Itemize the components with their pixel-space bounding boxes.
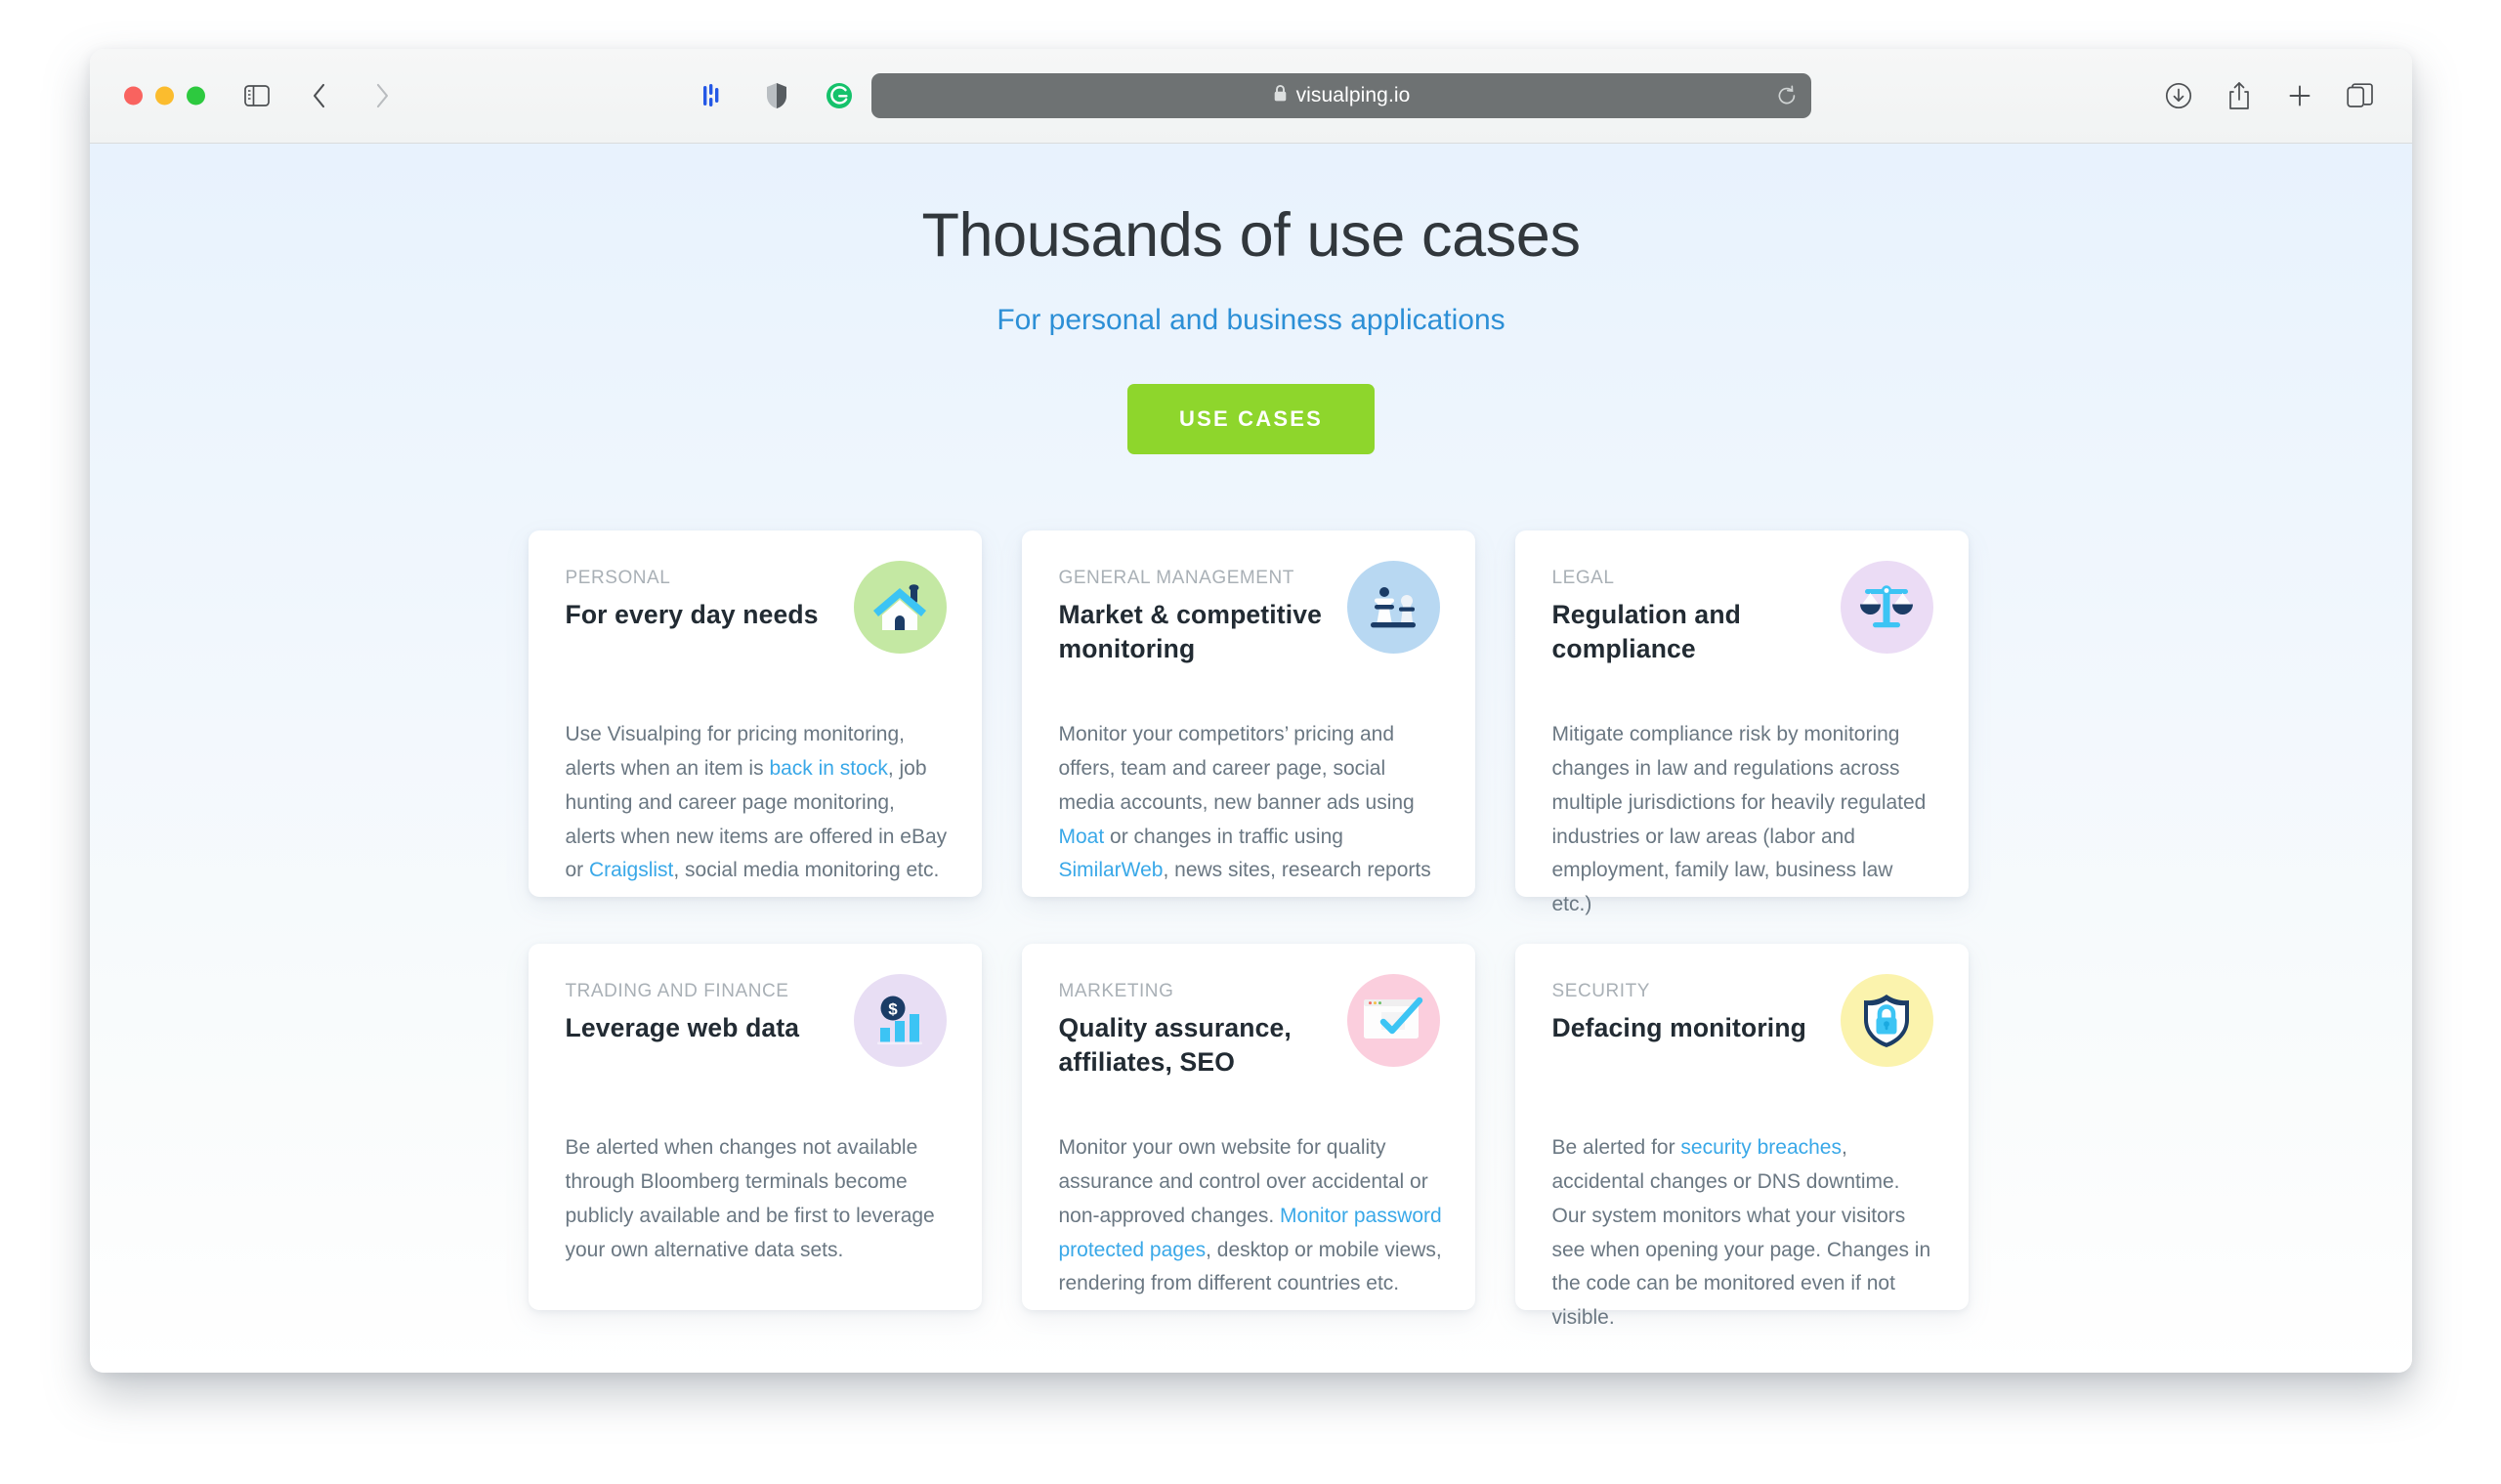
use-case-card: SECURITY Defacing monitoring Be alerted f… [1514,944,1969,1329]
use-case-card: PERSONAL For every day needs Use Visualpi… [528,530,982,897]
page-title: Thousands of use cases [921,201,1581,270]
link-similarweb[interactable]: SimilarWeb [1059,859,1164,881]
use-cases-button[interactable]: USE CASES [1127,384,1375,454]
cta-container: USE CASES [90,384,2412,454]
onepassword-extension-icon[interactable] [696,77,733,114]
address-bar[interactable]: visualping.io [871,73,1811,118]
toolbar-right-actions [2160,77,2379,114]
card-description: Monitor your own website for quality ass… [1058,1136,1442,1295]
card-title: Quality assurance, affiliates, SEO [1058,1013,1292,1077]
card-description: Mitigate compliance risk by monitoring c… [1551,723,1927,916]
lock-icon [1273,84,1288,107]
tab-overview-icon[interactable] [2342,77,2379,114]
card-title: Leverage web data [565,1013,800,1042]
chess-pieces-icon [1346,561,1440,654]
use-case-card: GENERAL MANAGEMENT Market & competitive m… [1021,530,1475,897]
privacy-shield-extension-icon[interactable] [758,77,795,114]
page-content: Thousands of use cases For personal and … [90,144,2412,1373]
url-text: visualping.io [1295,84,1411,106]
browser-checkmark-icon [1346,974,1440,1067]
use-case-card-grid: PERSONAL For every day needs Use Visualpi… [528,530,1974,1329]
share-icon[interactable] [2221,77,2258,114]
navigation-controls [238,77,401,114]
browser-window: visualping.io Thousands of use cases For… [90,49,2412,1373]
back-icon[interactable] [301,77,338,114]
downloads-icon[interactable] [2160,77,2197,114]
shield-lock-icon [1840,974,1933,1067]
card-title: Regulation and compliance [1551,600,1741,663]
svg-text:$: $ [888,999,898,1018]
link-back-in-stock[interactable]: back in stock [769,757,887,780]
minimize-window-button[interactable] [155,86,174,106]
reload-icon[interactable] [1776,85,1798,106]
card-description: Monitor your competitors’ pricing and of… [1058,723,1431,882]
sidebar-icon[interactable] [238,77,276,114]
card-title: Market & competitive monitoring [1058,600,1323,663]
forward-icon[interactable] [363,77,401,114]
maximize-window-button[interactable] [187,86,205,106]
card-description: Use Visualping for pricing monitoring, a… [565,723,948,882]
link-security-breaches[interactable]: security breaches [1680,1136,1842,1159]
dollar-bar-chart-icon: $ [853,974,947,1067]
link-moat[interactable]: Moat [1059,826,1105,848]
page-subtitle: For personal and business applications [996,304,1505,336]
grammarly-extension-icon[interactable] [821,77,858,114]
card-description: Be alerted for security breaches, accide… [1551,1136,1931,1330]
new-tab-icon[interactable] [2281,77,2318,114]
use-case-card: MARKETING Quality assurance, affiliates, … [1021,944,1475,1310]
browser-extensions [696,77,858,114]
card-description: Be alerted when changes not available th… [565,1136,935,1261]
card-title: For every day needs [565,600,819,629]
window-traffic-lights [124,86,205,106]
card-title: Defacing monitoring [1551,1013,1806,1042]
close-window-button[interactable] [124,86,143,106]
house-icon [853,561,947,654]
link-monitor-password-protected-pages[interactable]: Monitor password protected pages [1059,1205,1442,1261]
link-craigslist[interactable]: Craigslist [589,859,673,881]
use-case-card: LEGAL Regulation and compliance Mitigate … [1514,530,1969,915]
use-case-card: TRADING AND FINANCE Leverage web data $ B… [528,944,982,1310]
scales-of-justice-icon [1840,561,1933,654]
browser-titlebar: visualping.io [90,49,2412,144]
